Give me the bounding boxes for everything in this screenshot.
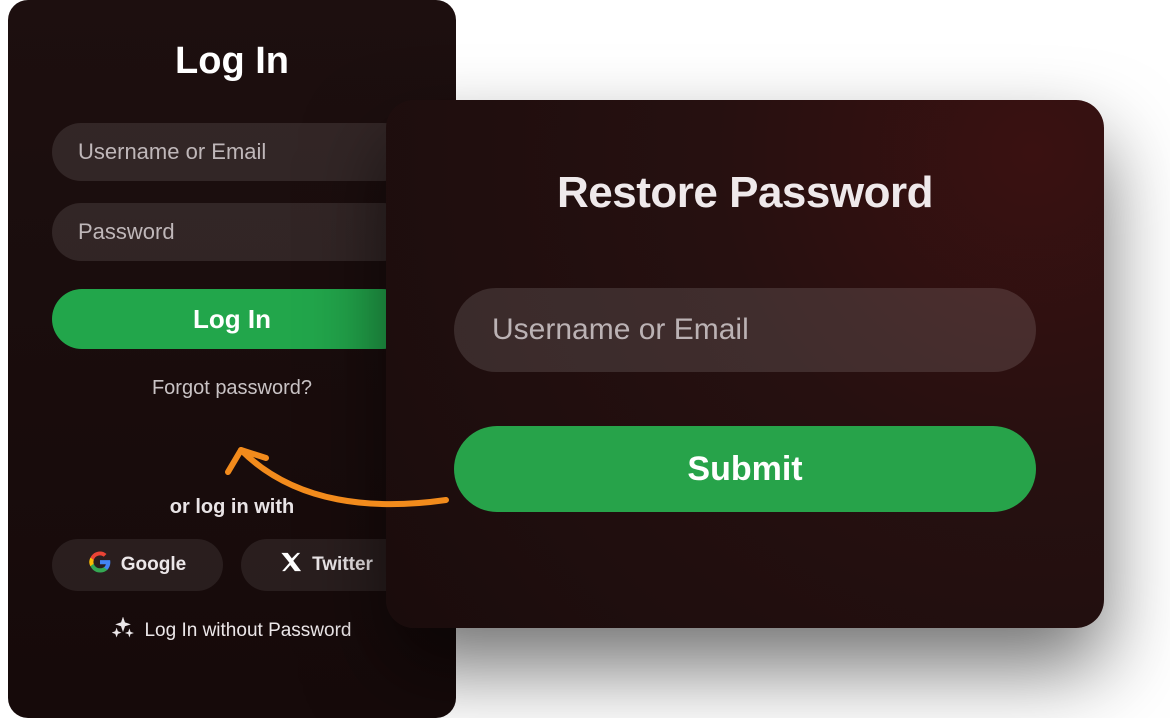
login-button[interactable]: Log In — [52, 289, 412, 349]
social-login-row: Google Twitter — [52, 539, 412, 591]
restore-password-panel: Restore Password Submit — [386, 100, 1104, 628]
google-login-label: Google — [121, 554, 186, 576]
login-title: Log In — [52, 40, 412, 83]
google-icon — [89, 551, 111, 579]
twitter-login-label: Twitter — [312, 554, 373, 576]
or-login-with-label: or log in with — [52, 496, 412, 519]
password-input[interactable] — [52, 203, 412, 261]
restore-title: Restore Password — [454, 168, 1036, 218]
forgot-password-link[interactable]: Forgot password? — [52, 377, 412, 400]
restore-username-input[interactable] — [454, 288, 1036, 372]
username-input[interactable] — [52, 123, 412, 181]
restore-submit-button[interactable]: Submit — [454, 426, 1036, 512]
sparkle-icon — [112, 617, 134, 645]
x-icon — [280, 551, 302, 579]
passwordless-login-button[interactable]: Log In without Password — [52, 617, 412, 645]
passwordless-login-label: Log In without Password — [144, 620, 351, 642]
google-login-button[interactable]: Google — [52, 539, 223, 591]
